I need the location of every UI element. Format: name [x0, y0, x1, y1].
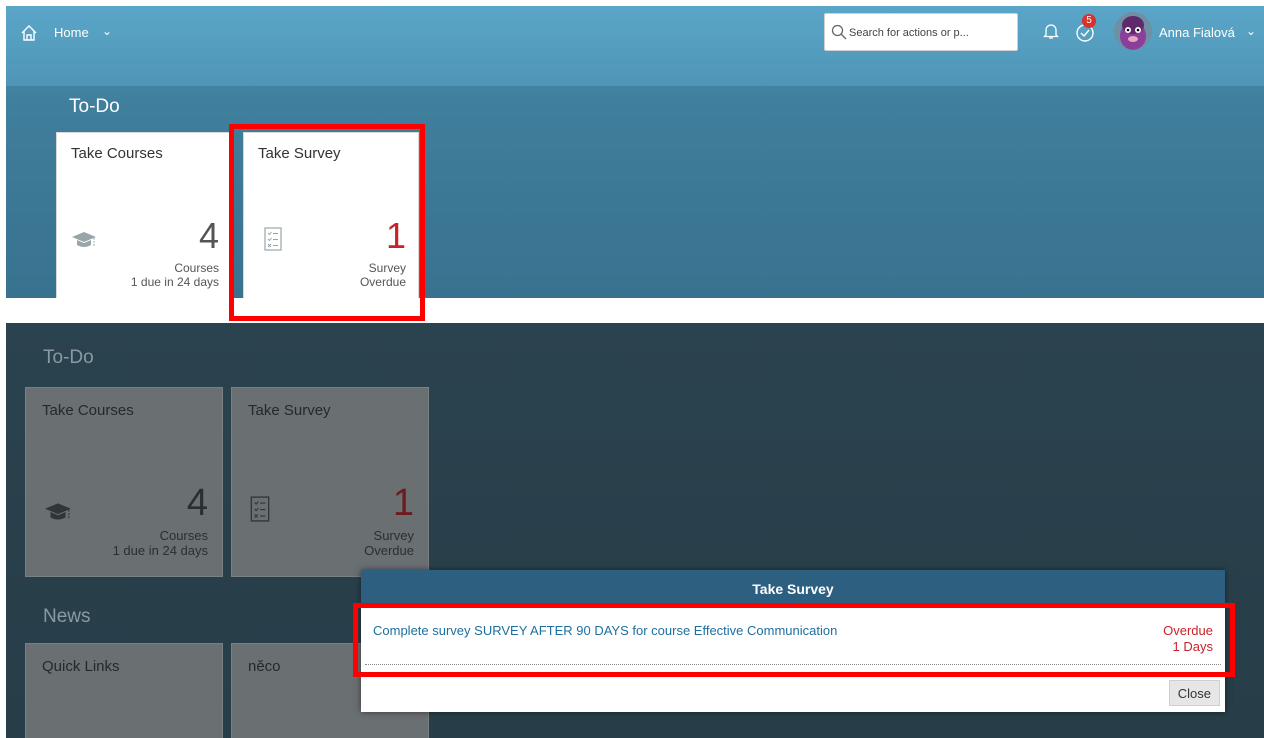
tile-subtitle: Courses 1 due in 24 days [113, 528, 208, 558]
tile-title: Take Survey [248, 402, 331, 419]
section-title-todo: To-Do [69, 96, 120, 117]
tasks-badge: 5 [1082, 14, 1096, 28]
section-title-todo: To-Do [43, 347, 94, 368]
highlight-survey-item [353, 603, 1235, 677]
avatar[interactable] [1114, 12, 1152, 50]
tile-info: 1 due in 24 days [112, 543, 208, 558]
graduation-cap-icon [45, 503, 71, 520]
tile-info: 1 due in 24 days [130, 275, 219, 289]
tile-number: 4 [198, 215, 219, 256]
tile-unit: Courses [159, 528, 208, 543]
tile-subtitle: Survey Overdue [364, 528, 414, 558]
close-button[interactable]: Close [1168, 680, 1220, 706]
dialog-title: Take Survey [361, 570, 1225, 603]
shell-bar: Home ⌄ 5 Anna Fia [6, 6, 1264, 86]
top-screenshot-panel: Home ⌄ 5 Anna Fia [6, 6, 1264, 298]
tile-take-courses[interactable]: Take Courses 4 Courses 1 due in 24 days [25, 387, 223, 577]
tile-quick-links[interactable]: Quick Links [25, 643, 223, 738]
highlight-take-survey-tile [229, 124, 425, 321]
user-name[interactable]: Anna Fialová [1159, 25, 1235, 40]
tile-unit: Courses [174, 261, 219, 275]
tile-number: 4 [186, 482, 208, 524]
graduation-cap-icon [72, 232, 96, 247]
dialog-footer: Close [361, 674, 1225, 712]
bell-icon[interactable] [1043, 22, 1059, 40]
tile-title: Take Courses [42, 402, 134, 419]
chevron-down-icon[interactable]: ⌄ [1246, 24, 1256, 38]
home-icon[interactable] [20, 24, 38, 42]
tile-title: Take Courses [71, 145, 163, 162]
tile-title: Quick Links [42, 658, 120, 675]
tile-take-survey[interactable]: Take Survey 1 Survey Overdue [231, 387, 429, 577]
tile-info: Overdue [364, 543, 414, 558]
home-menu-label[interactable]: Home [54, 25, 89, 40]
tile-title: něco [248, 658, 281, 675]
section-title-news: News [43, 606, 91, 627]
search-box[interactable] [824, 13, 1018, 51]
search-icon[interactable] [831, 24, 847, 40]
survey-checklist-icon [250, 496, 270, 522]
chevron-down-icon[interactable]: ⌄ [102, 24, 112, 38]
tile-unit: Survey [373, 528, 414, 543]
search-input[interactable] [849, 24, 1011, 42]
tile-number: 1 [392, 482, 414, 524]
tile-take-courses[interactable]: Take Courses 4 Courses 1 due in 24 days [56, 132, 232, 298]
tile-subtitle: Courses 1 due in 24 days [131, 261, 219, 289]
